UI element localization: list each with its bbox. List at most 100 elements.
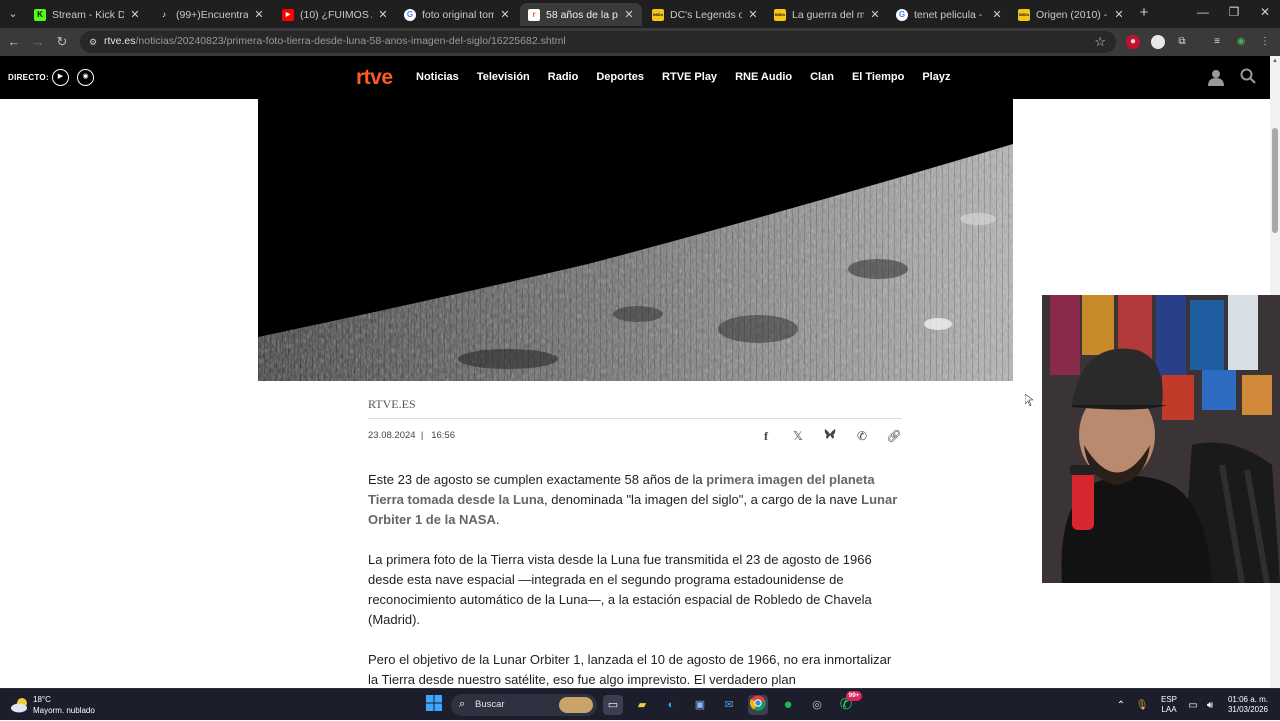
chrome-menu-icon[interactable]: ⋮ <box>1258 35 1272 49</box>
bluesky-share-icon[interactable] <box>822 428 838 444</box>
rtve-logo[interactable]: rtve <box>356 66 393 90</box>
scroll-up-icon[interactable]: ▲ <box>1271 58 1279 66</box>
tiktok-icon: ♪ <box>158 8 170 21</box>
whatsapp-share-icon[interactable]: ✆ <box>854 428 870 444</box>
date-separator: | <box>418 430 429 441</box>
search-highlight-image <box>559 697 593 713</box>
weather-temp[interactable]: 18°C <box>33 695 51 704</box>
photo-credit: RTVE.ES <box>368 397 416 411</box>
file-explorer-icon[interactable]: ▰ <box>632 695 652 715</box>
tab-google-tenet[interactable]: G tenet pelicula - Busca ✕ <box>888 3 1010 26</box>
close-tab-icon[interactable]: ✕ <box>376 8 390 21</box>
extensions-puzzle-icon[interactable]: ⧉ <box>1175 35 1189 49</box>
google-icon: G <box>896 8 908 21</box>
kick-icon: K <box>34 8 46 21</box>
nav-television[interactable]: Televisión <box>477 71 530 83</box>
tab-youtube[interactable]: ▶ (10) ¿FUIMOS A LA LU ✕ <box>274 3 396 26</box>
lunar-surface-photo <box>258 99 1013 381</box>
extension-record-icon[interactable]: ● <box>1126 35 1140 49</box>
browser-toolbar: ← → ↻ ⚙ rtve.es/noticias/20240823/primer… <box>0 28 1280 56</box>
tab-imdb-origen[interactable]: IMDb Origen (2010) - IMDb ✕ <box>1010 3 1132 26</box>
nav-rne-audio[interactable]: RNE Audio <box>735 71 792 83</box>
forward-icon[interactable]: → <box>30 34 46 50</box>
close-tab-icon[interactable]: ✕ <box>868 8 882 21</box>
chrome-icon[interactable] <box>748 695 768 715</box>
obs-icon[interactable]: ◎ <box>807 695 827 715</box>
close-tab-icon[interactable]: ✕ <box>1112 8 1126 21</box>
address-bar[interactable]: ⚙ rtve.es/noticias/20240823/primera-foto… <box>80 31 1116 53</box>
taskbar-search[interactable]: ⌕ Buscar <box>451 694 597 716</box>
nav-clan[interactable]: Clan <box>810 71 834 83</box>
system-clock[interactable]: 01:06 a. m. 31/03/2026 <box>1222 689 1274 721</box>
article-paragraph-1: Este 23 de agosto se cumplen exactamente… <box>368 472 898 527</box>
article-time: 16:56 <box>431 430 455 441</box>
tab-imdb-legends[interactable]: IMDb DC's Legends of Tom ✕ <box>644 3 766 26</box>
url-text[interactable]: rtve.es/noticias/20240823/primera-foto-t… <box>104 35 566 47</box>
new-tab-icon[interactable]: + <box>1136 5 1152 21</box>
mouse-cursor-icon <box>1025 394 1033 406</box>
tray-overflow-icon[interactable]: ⌃ <box>1114 689 1128 721</box>
youtube-icon: ▶ <box>282 8 294 21</box>
reading-list-icon[interactable]: ≡ <box>1210 35 1224 49</box>
network-icon[interactable]: ▭ <box>1186 689 1200 721</box>
site-info-icon[interactable]: ⚙ <box>87 36 99 48</box>
weather-desc[interactable]: Mayorm. nublado <box>33 706 95 715</box>
cloudy-weather-icon[interactable] <box>10 695 30 715</box>
windows-start-icon[interactable] <box>424 695 444 715</box>
facebook-share-icon[interactable]: f <box>758 428 774 444</box>
scroll-thumb[interactable] <box>1272 128 1278 233</box>
imdb-icon: IMDb <box>774 8 786 21</box>
directo-label: DIRECTO: <box>8 73 49 82</box>
tab-rtve-active[interactable]: r 58 años de la primera ✕ <box>520 3 642 26</box>
close-tab-icon[interactable]: ✕ <box>622 8 636 21</box>
reload-icon[interactable]: ↻ <box>54 34 70 50</box>
x-share-icon[interactable]: 𝕏 <box>790 428 806 444</box>
divider <box>368 418 902 419</box>
spotify-icon[interactable]: ● <box>778 695 798 715</box>
search-icon[interactable] <box>1238 68 1258 88</box>
copy-link-icon[interactable]: 🔗︎ <box>886 428 902 444</box>
extension-circle-icon[interactable] <box>1151 35 1165 49</box>
nav-radio[interactable]: Radio <box>548 71 579 83</box>
tab-imdb-guerra[interactable]: IMDb La guerra del mañana ✕ <box>766 3 888 26</box>
site-header: DIRECTO: ▶ ◉ rtve Noticias Televisión Ra… <box>0 56 1270 99</box>
nav-playz[interactable]: Playz <box>922 71 950 83</box>
webcam-overlay <box>1042 295 1280 583</box>
nav-el-tiempo[interactable]: El Tiempo <box>852 71 904 83</box>
google-icon: G <box>404 8 416 21</box>
edge-icon[interactable]: ◐ <box>661 695 681 715</box>
close-window-icon[interactable]: ✕ <box>1257 5 1273 19</box>
close-tab-icon[interactable]: ✕ <box>990 8 1004 21</box>
main-nav: Noticias Televisión Radio Deportes RTVE … <box>416 71 968 83</box>
bookmark-star-icon[interactable]: ☆ <box>1094 34 1106 50</box>
live-play-icon[interactable]: ▶ <box>52 69 69 86</box>
store-icon[interactable]: ▣ <box>690 695 710 715</box>
imdb-icon: IMDb <box>1018 8 1030 21</box>
live-audio-icon[interactable]: ◉ <box>77 69 94 86</box>
close-tab-icon[interactable]: ✕ <box>128 8 142 21</box>
language-indicator[interactable]: ESP LAA <box>1158 689 1180 721</box>
microphone-icon[interactable]: 🎙︎ <box>1135 689 1149 721</box>
tab-tiktok[interactable]: ♪ (99+)Encuentra 'alofo ✕ <box>150 3 272 26</box>
close-tab-icon[interactable]: ✕ <box>498 8 512 21</box>
article-date: 23.08.2024 <box>368 430 416 441</box>
nav-deportes[interactable]: Deportes <box>596 71 644 83</box>
volume-icon[interactable]: 🔊︎ <box>1203 689 1217 721</box>
tab-search-icon[interactable]: ⌄ <box>4 5 22 23</box>
user-account-icon[interactable] <box>1206 68 1226 88</box>
nav-rtve-play[interactable]: RTVE Play <box>662 71 717 83</box>
tab-google-foto[interactable]: G foto original tomada ✕ <box>396 3 518 26</box>
article-paragraph-2: La primera foto de la Tierra vista desde… <box>368 552 872 627</box>
mail-icon[interactable]: ✉ <box>719 695 739 715</box>
close-tab-icon[interactable]: ✕ <box>252 8 266 21</box>
minimize-icon[interactable]: — <box>1195 5 1211 19</box>
profile-icon[interactable]: ◉ <box>1234 35 1248 49</box>
tab-kick[interactable]: K Stream - Kick Dashbo ✕ <box>26 3 148 26</box>
nav-noticias[interactable]: Noticias <box>416 71 459 83</box>
rtve-favicon-icon: r <box>528 8 540 21</box>
restore-icon[interactable]: ❐ <box>1226 5 1242 19</box>
imdb-icon: IMDb <box>652 8 664 21</box>
back-icon[interactable]: ← <box>6 34 22 50</box>
close-tab-icon[interactable]: ✕ <box>746 8 760 21</box>
task-view-icon[interactable]: ▭ <box>603 695 623 715</box>
